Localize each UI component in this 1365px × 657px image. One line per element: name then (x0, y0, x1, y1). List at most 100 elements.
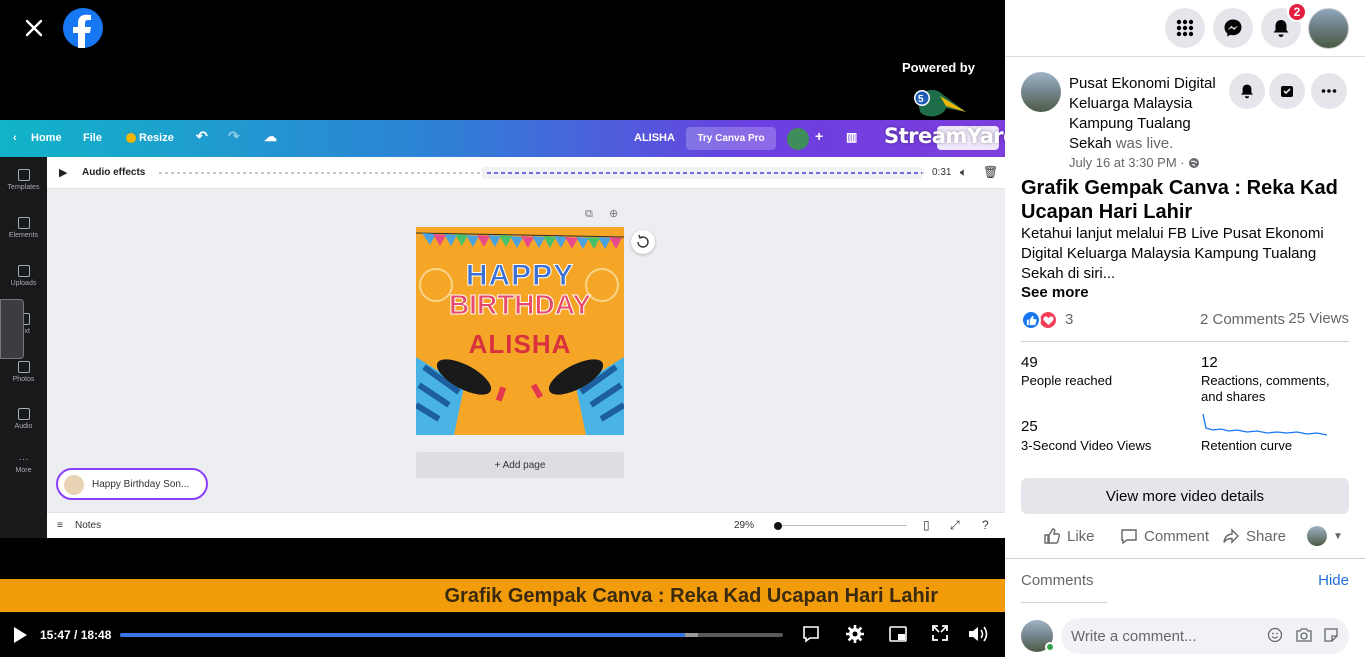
song-thumbnail (64, 475, 84, 495)
was-live-text: was live. (1111, 135, 1174, 152)
post-as-avatar (1307, 526, 1327, 546)
canva-doc-name: ALISHA (634, 132, 675, 144)
hide-comments-link[interactable]: Hide (1318, 572, 1349, 589)
fullscreen-small-icon: ⤢ (950, 518, 960, 532)
audio-waveform-selected (487, 172, 922, 174)
divider (1021, 602, 1107, 603)
comments-count[interactable]: 2 Comments (1200, 311, 1285, 328)
profile-avatar[interactable] (1308, 8, 1349, 49)
stat-video-views-label: 3-Second Video Views (1021, 438, 1152, 453)
picture-in-picture-icon[interactable] (888, 624, 908, 649)
reactions-row: 3 2 Comments 25 Views (1021, 309, 1349, 331)
close-icon[interactable] (16, 10, 52, 46)
card-text-name: ALISHA (468, 329, 572, 359)
views-count: 25 Views (1288, 310, 1349, 327)
video-player[interactable]: Powered by 5 ‹ Home File Resize ↶ ↷ ☁ AL… (0, 0, 1005, 657)
camera-icon[interactable] (1295, 627, 1313, 648)
stat-people-reached-value: 49 (1021, 354, 1038, 371)
comment-placeholder: Write a comment... (1071, 628, 1197, 645)
volume-small-icon: 🔈︎ (960, 165, 968, 179)
canva-bottom-bar: ≡ Notes 29% ▯ ⤢ ? (47, 512, 1005, 538)
progress-buffer (684, 633, 699, 637)
post-as-selector[interactable]: ▼ (1307, 522, 1343, 550)
trash-icon: 🗑︎ (983, 165, 999, 179)
view-more-video-details-button[interactable]: View more video details (1021, 478, 1349, 514)
zoom-slider-handle (774, 522, 782, 530)
back-chevron-icon: ‹ (13, 132, 17, 144)
try-canva-pro: Try Canva Pro (686, 127, 776, 150)
streamyard-bird-icon: 5 (910, 82, 968, 122)
canva-sidebar-photos: Photos (0, 361, 47, 383)
volume-icon[interactable] (967, 624, 989, 649)
fullscreen-icon[interactable] (931, 624, 949, 647)
facebook-logo-icon[interactable] (63, 8, 103, 48)
canva-screen-share: ‹ Home File Resize ↶ ↷ ☁ ALISHA Try Canv… (0, 120, 1005, 538)
refresh-icon (631, 230, 655, 254)
stat-engagement-value: 12 (1201, 354, 1218, 371)
comment-button[interactable]: Comment (1120, 522, 1209, 550)
divider (1005, 558, 1365, 559)
add-page-icon: ⊕ (609, 208, 619, 220)
canva-sidebar-audio: Audio (0, 408, 47, 430)
stat-retention-label: Retention curve (1201, 438, 1293, 453)
post-title: Grafik Gempak Canva : Reka Kad Ucapan Ha… (1021, 177, 1338, 223)
card-text-happy: HAPPY (465, 259, 575, 293)
canva-song-pill: Happy Birthday Son... (56, 468, 208, 500)
divider (1021, 341, 1349, 342)
settings-gear-icon[interactable] (845, 624, 865, 649)
top-nav: 2 (1005, 0, 1365, 57)
cloud-icon: ☁ (264, 129, 277, 144)
emoji-icon[interactable] (1267, 627, 1283, 648)
song-title: Happy Birthday Son... (92, 478, 190, 490)
canva-sidebar-elements: Elements (0, 217, 47, 239)
comment-bubble-icon (1121, 529, 1137, 545)
like-reaction-icon[interactable] (1021, 310, 1041, 330)
like-button[interactable]: Like (1043, 522, 1095, 550)
audio-effects-label: Audio effects (82, 167, 146, 178)
stat-engagement-label: Reactions, comments, and shares (1201, 373, 1330, 404)
share-arrow-icon (1223, 528, 1239, 544)
stat-video-views-value: 25 (1021, 418, 1038, 435)
reaction-count[interactable]: 3 (1065, 311, 1073, 328)
video-lower-third: Grafik Gempak Canva : Reka Kad Ucapan Ha… (0, 579, 1005, 612)
canva-sidebar-templates: Templates (0, 169, 47, 191)
zoom-slider-track (782, 525, 907, 526)
page-avatar[interactable] (1021, 72, 1061, 112)
add-page-button: + Add page (416, 452, 624, 478)
canva-sidebar-more: ··· More (15, 454, 32, 475)
menu-grid-icon[interactable] (1165, 8, 1205, 48)
captions-icon[interactable] (801, 624, 821, 649)
analytics-icon: ▥ (846, 130, 858, 144)
plus-icon: + (815, 128, 824, 144)
share-button[interactable]: Share (1222, 522, 1286, 550)
redo-icon: ↷ (228, 128, 240, 144)
follow-bell-icon[interactable] (1229, 73, 1265, 109)
card-text-birthday: BIRTHDAY (448, 289, 592, 321)
post-description: Ketahui lanjut melalui FB Live Pusat Eko… (1021, 225, 1324, 282)
video-progress-bar[interactable] (120, 633, 783, 637)
sticker-icon[interactable] (1323, 627, 1339, 648)
more-options-icon[interactable] (1311, 73, 1347, 109)
page-name-line: Pusat Ekonomi Digital Keluarga Malaysia … (1069, 74, 1229, 154)
post-details-panel: 2 Pusat Ekonomi Digital Keluarga Malaysi… (1005, 0, 1365, 657)
stat-people-reached-label: People reached (1021, 373, 1113, 388)
progress-fill (120, 633, 685, 637)
comment-input[interactable]: Write a comment... (1061, 618, 1349, 654)
powered-by-label: Powered by (902, 60, 975, 75)
like-thumb-icon (1044, 528, 1061, 544)
undo-icon: ↶ (196, 128, 208, 144)
messenger-icon[interactable] (1213, 8, 1253, 48)
birthday-card-design: HAPPY BIRTHDAY ALISHA (416, 227, 624, 435)
play-icon: ▶ (59, 167, 68, 179)
streamyard-watermark: StreamYard (884, 124, 1005, 148)
canva-notes: Notes (75, 520, 102, 531)
post-timestamp[interactable]: July 16 at 3:30 PM · (1069, 155, 1200, 172)
save-post-icon[interactable] (1269, 73, 1305, 109)
see-more-link[interactable]: See more (1021, 284, 1089, 301)
notes-icon: ≡ (57, 520, 63, 531)
play-icon[interactable] (12, 626, 28, 649)
canva-audio-track: ▶ Audio effects 0:31 🔈︎ 🗑︎ (47, 157, 1005, 189)
audio-time: 0:31 (932, 167, 952, 178)
video-time: 15:47 / 18:48 (40, 628, 112, 642)
love-reaction-icon[interactable] (1038, 310, 1058, 330)
